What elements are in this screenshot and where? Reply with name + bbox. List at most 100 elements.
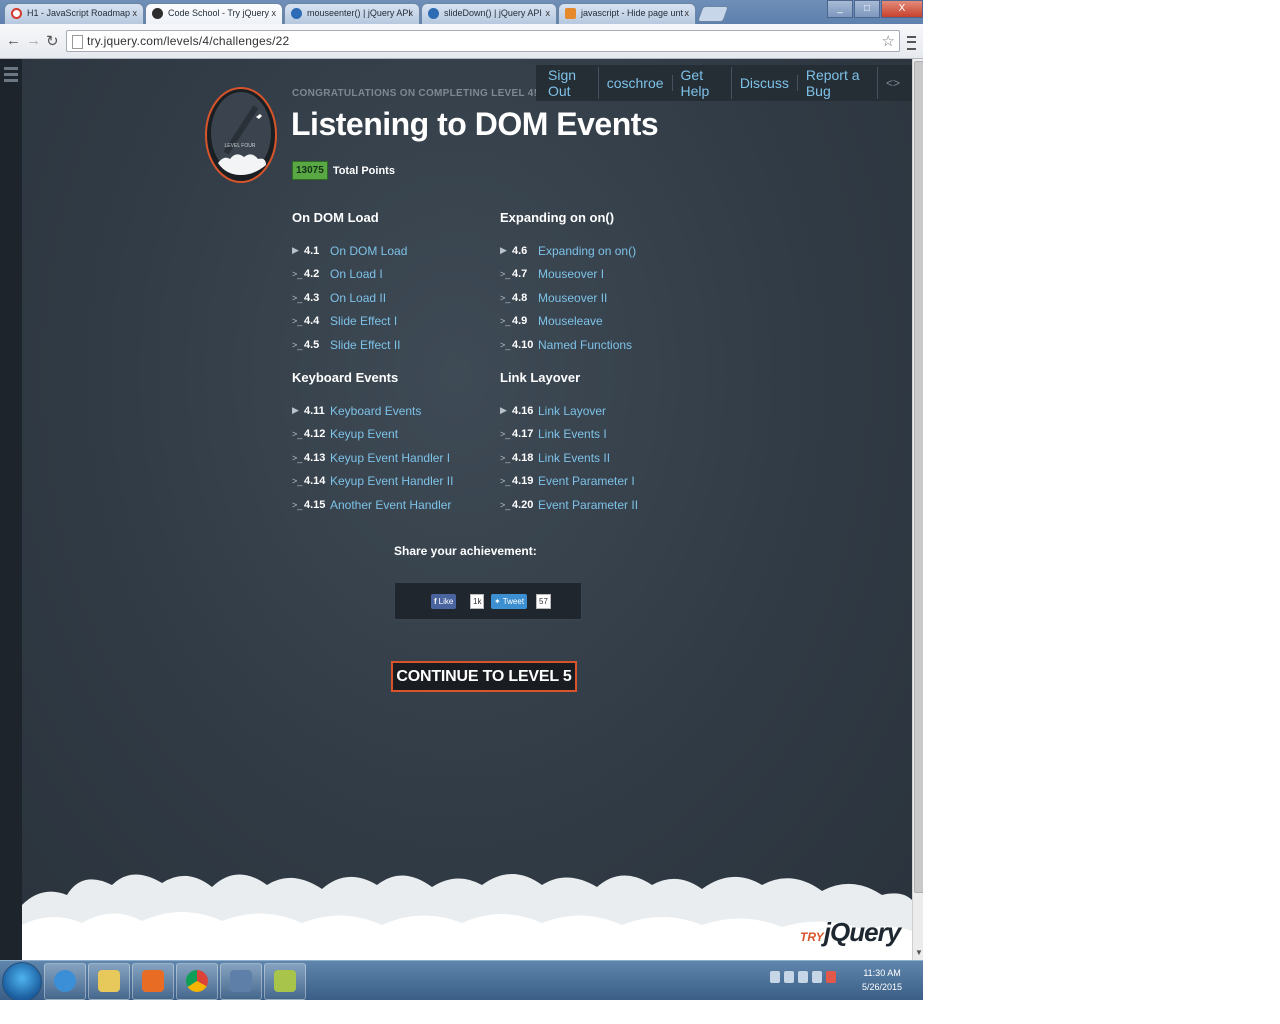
play-icon: ▶ <box>500 405 507 416</box>
tab-javascript-roadmap[interactable]: H1 - JavaScript Roadmap x <box>4 3 144 24</box>
lesson-item[interactable]: ▶ 4.6 Expanding on on() <box>500 239 636 263</box>
lesson-item[interactable]: >_ 4.3 On Load II <box>292 286 407 310</box>
taskbar-chrome[interactable] <box>176 963 218 1000</box>
tab-slidedown[interactable]: slideDown() | jQuery API x <box>421 3 557 24</box>
maximize-button[interactable]: □ <box>854 0 880 18</box>
bookmark-star-icon[interactable]: ☆ <box>882 32 895 50</box>
tab-stackoverflow[interactable]: javascript - Hide page unt x <box>558 3 696 24</box>
chrome-icon <box>186 970 208 992</box>
taskbar-explorer[interactable] <box>88 963 130 1000</box>
lesson-link[interactable]: Named Functions <box>538 338 632 352</box>
chrome-menu-icon[interactable] <box>907 36 916 50</box>
lesson-link[interactable]: Link Events I <box>538 427 607 441</box>
lesson-item[interactable]: >_ 4.14 Keyup Event Handler II <box>292 470 453 494</box>
lesson-link[interactable]: Event Parameter II <box>538 498 638 512</box>
lesson-link[interactable]: Mouseleave <box>538 314 603 328</box>
lesson-link[interactable]: Mouseover II <box>538 291 607 305</box>
lesson-item[interactable]: >_ 4.17 Link Events I <box>500 423 638 447</box>
close-window-button[interactable]: X <box>881 0 923 18</box>
back-icon[interactable]: ← <box>6 32 21 49</box>
lesson-item[interactable]: ▶ 4.11 Keyboard Events <box>292 399 453 423</box>
lesson-item[interactable]: >_ 4.4 Slide Effect I <box>292 310 407 334</box>
lesson-link[interactable]: Link Layover <box>538 404 606 418</box>
close-tab-icon[interactable]: x <box>546 8 551 18</box>
tray-icon[interactable] <box>784 971 794 983</box>
lesson-link[interactable]: On Load II <box>330 291 386 305</box>
page-scrollbar[interactable]: ▼ <box>912 59 923 960</box>
address-bar[interactable]: try.jquery.com/levels/4/challenges/22 ☆ <box>66 30 900 52</box>
lesson-link[interactable]: On Load I <box>330 267 383 281</box>
scrollbar-thumb[interactable] <box>914 61 923 893</box>
collapse-icon[interactable]: <> <box>878 76 908 90</box>
taskbar-media-player[interactable] <box>132 963 174 1000</box>
minimize-button[interactable]: _ <box>827 0 853 18</box>
facebook-like-button[interactable]: f Like <box>431 594 457 609</box>
lesson-link[interactable]: Expanding on on() <box>538 244 636 258</box>
lesson-item[interactable]: >_ 4.9 Mouseleave <box>500 310 636 334</box>
lesson-item[interactable]: >_ 4.7 Mouseover I <box>500 263 636 287</box>
lesson-item[interactable]: >_ 4.15 Another Event Handler <box>292 493 453 517</box>
scroll-down-arrow-icon[interactable]: ▼ <box>915 948 923 957</box>
internet-explorer-icon <box>54 970 76 992</box>
lesson-item[interactable]: >_ 4.19 Event Parameter I <box>500 470 638 494</box>
lesson-number: 4.7 <box>512 268 528 281</box>
lesson-item[interactable]: >_ 4.5 Slide Effect II <box>292 333 407 357</box>
lesson-link[interactable]: On DOM Load <box>330 244 407 258</box>
lesson-item[interactable]: ▶ 4.16 Link Layover <box>500 399 638 423</box>
lesson-item[interactable]: >_ 4.10 Named Functions <box>500 333 636 357</box>
clock[interactable]: 11:30 AM 5/26/2015 <box>862 966 902 994</box>
new-tab-button[interactable] <box>697 6 729 22</box>
tweet-count: 57 <box>536 594 551 609</box>
lesson-item[interactable]: >_ 4.13 Keyup Event Handler I <box>292 446 453 470</box>
lesson-link[interactable]: Keyboard Events <box>330 404 421 418</box>
chart-app-icon <box>274 970 296 992</box>
forward-icon[interactable]: → <box>26 32 41 49</box>
taskbar-app[interactable] <box>264 963 306 1000</box>
prompt-icon: >_ <box>292 429 303 440</box>
lesson-link[interactable]: Event Parameter I <box>538 474 635 488</box>
tweet-button[interactable]: ✦ Tweet <box>491 594 528 609</box>
lesson-link[interactable]: Link Events II <box>538 451 610 465</box>
tray-icon[interactable] <box>770 971 780 983</box>
nav-report-bug[interactable]: Report a Bug <box>798 67 878 99</box>
tab-label: H1 - JavaScript Roadmap <box>27 8 131 18</box>
close-tab-icon[interactable]: x <box>133 8 138 18</box>
tab-try-jquery[interactable]: Code School - Try jQuery x <box>145 3 283 24</box>
close-tab-icon[interactable]: x <box>272 8 277 18</box>
lesson-link[interactable]: Mouseover I <box>538 267 604 281</box>
lesson-item[interactable]: >_ 4.20 Event Parameter II <box>500 493 638 517</box>
close-tab-icon[interactable]: x <box>685 8 690 18</box>
lesson-link[interactable]: Keyup Event <box>330 427 398 441</box>
start-button[interactable] <box>2 962 42 1000</box>
nav-sign-out[interactable]: Sign Out <box>540 67 599 99</box>
lesson-link[interactable]: Keyup Event Handler II <box>330 474 453 488</box>
lesson-link[interactable]: Slide Effect II <box>330 338 400 352</box>
prompt-icon: >_ <box>500 292 511 303</box>
nav-get-help[interactable]: Get Help <box>673 67 732 99</box>
network-icon <box>230 970 252 992</box>
continue-level-button[interactable]: CONTINUE TO LEVEL 5 <box>391 661 577 692</box>
lesson-item[interactable]: >_ 4.12 Keyup Event <box>292 423 453 447</box>
nav-discuss[interactable]: Discuss <box>732 75 798 91</box>
nav-username[interactable]: coschroe <box>599 75 673 91</box>
lesson-item[interactable]: >_ 4.8 Mouseover II <box>500 286 636 310</box>
lesson-item[interactable]: >_ 4.2 On Load I <box>292 263 407 287</box>
taskbar-network[interactable] <box>220 963 262 1000</box>
share-title: Share your achievement: <box>394 544 537 558</box>
menu-icon[interactable] <box>4 67 18 83</box>
close-tab-icon[interactable]: x <box>409 8 414 18</box>
tray-icon[interactable] <box>812 971 822 983</box>
lesson-link[interactable]: Another Event Handler <box>330 498 451 512</box>
tab-label: javascript - Hide page unt <box>581 8 684 18</box>
tab-mouseenter[interactable]: mouseenter() | jQuery API x <box>284 3 420 24</box>
reload-icon[interactable]: ↻ <box>46 32 59 50</box>
lesson-list: ▶ 4.11 Keyboard Events >_ 4.12 Keyup Event >… <box>292 399 453 517</box>
lesson-item[interactable]: >_ 4.18 Link Events II <box>500 446 638 470</box>
taskbar-ie[interactable] <box>44 963 86 1000</box>
lesson-item[interactable]: ▶ 4.1 On DOM Load <box>292 239 407 263</box>
tray-icon[interactable] <box>798 971 808 983</box>
lesson-link[interactable]: Keyup Event Handler I <box>330 451 450 465</box>
tray-icon[interactable] <box>826 971 836 983</box>
prompt-icon: >_ <box>292 316 303 327</box>
lesson-link[interactable]: Slide Effect I <box>330 314 397 328</box>
